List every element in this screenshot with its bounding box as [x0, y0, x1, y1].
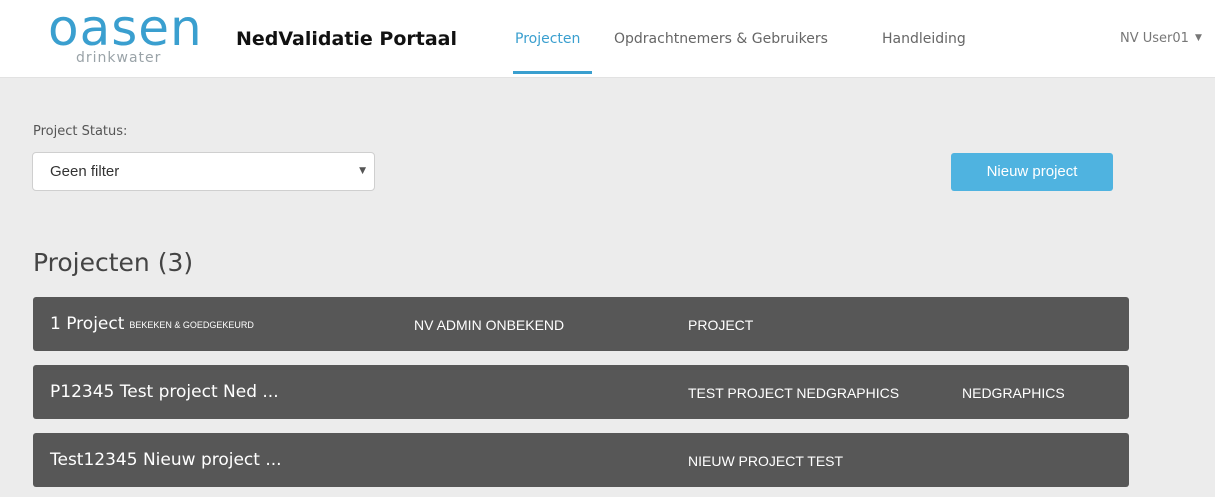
logo-subtitle: drinkwater — [76, 50, 162, 66]
projects-heading: Projecten (3) — [33, 248, 194, 277]
user-menu[interactable]: NV User01 ▼ — [1120, 31, 1202, 46]
project-description: PROJECT — [688, 317, 754, 333]
project-name-text: P12345 Test project Ned ... — [50, 382, 279, 402]
top-navbar: oasen drinkwater NedValidatie Portaal Pr… — [0, 0, 1215, 78]
project-name: 1 Project BEKEKEN & GOEDGEKEURD — [50, 314, 254, 334]
project-status-label: Project Status: — [33, 124, 128, 139]
project-description: NIEUW PROJECT TEST — [688, 453, 844, 469]
nav-handleiding[interactable]: Handleiding — [882, 31, 966, 47]
project-name: Test12345 Nieuw project ... — [50, 450, 287, 470]
oasen-logo[interactable]: oasen drinkwater — [46, 0, 206, 72]
project-name: P12345 Test project Ned ... — [50, 382, 284, 402]
project-description: TEST PROJECT NEDGRAPHICS — [688, 385, 900, 401]
project-row[interactable]: Test12345 Nieuw project ... NIEUW PROJEC… — [33, 433, 1129, 487]
nav-projecten[interactable]: Projecten — [515, 31, 580, 47]
project-row[interactable]: 1 Project BEKEKEN & GOEDGEKEURD NV ADMIN … — [33, 297, 1129, 351]
project-status-value: Geen filter — [50, 163, 120, 180]
project-contractor: NV ADMIN ONBEKEND — [414, 317, 565, 333]
project-status-select[interactable]: Geen filter ▼ — [32, 152, 375, 191]
status-badge: BEKEKEN & GOEDGEKEURD — [129, 320, 254, 330]
active-nav-indicator — [513, 71, 592, 74]
chevron-down-icon: ▼ — [359, 166, 366, 176]
project-client: NEDGRAPHICS — [962, 385, 1065, 401]
chevron-down-icon: ▼ — [1194, 33, 1202, 43]
user-name: NV User01 — [1120, 31, 1189, 46]
project-row[interactable]: P12345 Test project Ned ... TEST PROJECT… — [33, 365, 1129, 419]
project-name-text: Test12345 Nieuw project ... — [50, 450, 282, 470]
app-title: NedValidatie Portaal — [236, 28, 458, 50]
new-project-button[interactable]: Nieuw project — [951, 153, 1113, 191]
nav-opdrachtnemers-gebruikers[interactable]: Opdrachtnemers & Gebruikers — [614, 31, 828, 47]
project-name-text: 1 Project — [50, 314, 125, 334]
